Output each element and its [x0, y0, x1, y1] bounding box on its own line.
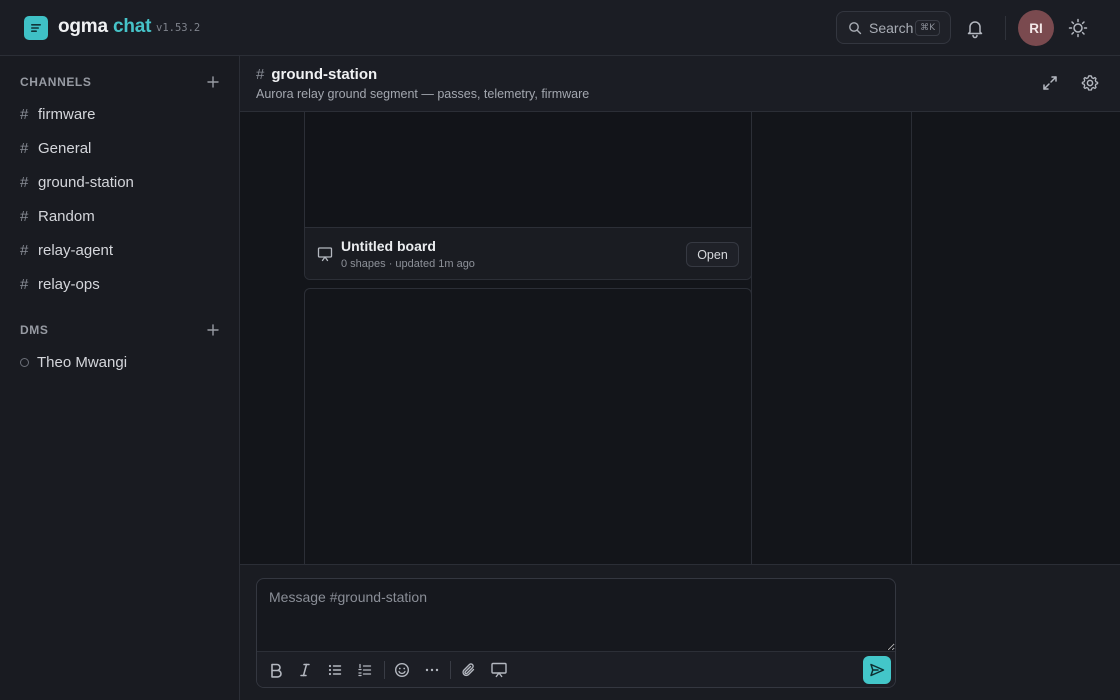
send-button[interactable] — [863, 656, 891, 684]
hash-icon: # — [20, 139, 29, 157]
app-brand[interactable]: ogma chat — [58, 15, 151, 39]
sidebar-channel-firmware[interactable]: # firmware — [20, 102, 220, 126]
toolbar-divider — [384, 661, 385, 679]
sidebar-channel-ground-station[interactable]: # ground-station — [20, 170, 220, 194]
whiteboard-card-footer: Untitled board 0 shapes · updated 1m ago… — [305, 227, 751, 279]
numbered-list-icon[interactable] — [356, 661, 374, 679]
presence-offline-icon — [20, 357, 29, 367]
search-icon — [849, 21, 862, 34]
dms-section-header: DMS — [20, 320, 220, 340]
theme-toggle[interactable] — [1067, 17, 1089, 39]
hash-icon: # — [20, 275, 29, 293]
channel-label: relay-agent — [38, 241, 114, 259]
topbar-divider — [1005, 16, 1006, 40]
channel-header: # ground-station Aurora relay ground seg… — [240, 56, 1120, 112]
bell-icon — [967, 21, 983, 39]
channel-description: Aurora relay ground segment — passes, te… — [256, 87, 590, 101]
sidebar-dm-theo-mwangi[interactable]: Theo Mwangi — [20, 350, 220, 374]
attach-icon[interactable] — [460, 661, 478, 679]
column-divider — [911, 112, 912, 564]
whiteboard-meta: 0 shapes · updated 1m ago — [341, 258, 475, 270]
hash-icon: # — [256, 66, 265, 83]
top-bar: ogma chat v1.53.2 Search ⌘K RI — [0, 0, 1120, 56]
italic-icon[interactable] — [296, 661, 314, 679]
composer-area — [240, 564, 1120, 700]
message-input[interactable] — [257, 579, 895, 651]
emoji-icon[interactable] — [393, 661, 411, 679]
channels-title: CHANNELS — [20, 75, 92, 89]
sidebar-channel-general[interactable]: # General — [20, 136, 220, 160]
dm-label: Theo Mwangi — [37, 353, 128, 371]
search-shortcut: ⌘K — [915, 20, 940, 36]
open-whiteboard-button[interactable]: Open — [686, 242, 739, 267]
channel-label: ground-station — [38, 173, 134, 191]
brand-name-accent: chat — [112, 16, 152, 37]
sidebar-channel-random[interactable]: # Random — [20, 204, 220, 228]
whiteboard-preview[interactable] — [305, 112, 751, 227]
hash-icon: # — [20, 241, 29, 259]
bold-icon[interactable] — [267, 661, 285, 679]
channel-name: ground-station — [271, 66, 378, 83]
channel-label: firmware — [38, 105, 96, 123]
sidebar: CHANNELS # firmware # General # ground-s… — [0, 56, 240, 700]
channel-label: General — [38, 139, 92, 157]
sidebar-channel-relay-ops[interactable]: # relay-ops — [20, 272, 220, 296]
sun-icon — [1068, 18, 1088, 38]
message-list[interactable]: Untitled board 0 shapes · updated 1m ago… — [240, 112, 1120, 564]
user-avatar[interactable]: RI — [1018, 10, 1054, 46]
send-icon — [870, 663, 885, 677]
add-dm-icon[interactable] — [206, 323, 220, 337]
channels-section-header: CHANNELS — [20, 72, 220, 92]
whiteboard-icon — [317, 247, 333, 262]
dms-title: DMS — [20, 323, 49, 337]
add-channel-icon[interactable] — [206, 75, 220, 89]
sidebar-channel-relay-agent[interactable]: # relay-agent — [20, 238, 220, 262]
channel-settings-button[interactable] — [1080, 73, 1100, 93]
brand-name: ogma — [58, 16, 108, 37]
whiteboard-icon[interactable] — [490, 661, 508, 679]
channel-title: # ground-station — [256, 66, 377, 83]
app-logo-icon[interactable] — [24, 16, 48, 40]
whiteboard-card-preview[interactable] — [304, 288, 752, 564]
search-label: Search — [869, 19, 914, 36]
whiteboard-title: Untitled board — [341, 238, 436, 254]
notifications-button[interactable] — [964, 17, 986, 39]
channel-label: Random — [38, 207, 95, 225]
channel-label: relay-ops — [38, 275, 100, 293]
whiteboard-card: Untitled board 0 shapes · updated 1m ago… — [304, 112, 752, 280]
toolbar-divider — [450, 661, 451, 679]
hash-icon: # — [20, 207, 29, 225]
search-button[interactable]: Search ⌘K — [836, 11, 951, 44]
hash-icon: # — [20, 105, 29, 123]
expand-icon — [1043, 76, 1057, 90]
composer-toolbar — [257, 651, 895, 687]
expand-button[interactable] — [1040, 73, 1060, 93]
more-icon[interactable] — [423, 661, 441, 679]
gear-icon — [1081, 75, 1099, 91]
app-version: v1.53.2 — [156, 22, 201, 34]
message-composer — [256, 578, 896, 688]
hash-icon: # — [20, 173, 29, 191]
bullet-list-icon[interactable] — [326, 661, 344, 679]
